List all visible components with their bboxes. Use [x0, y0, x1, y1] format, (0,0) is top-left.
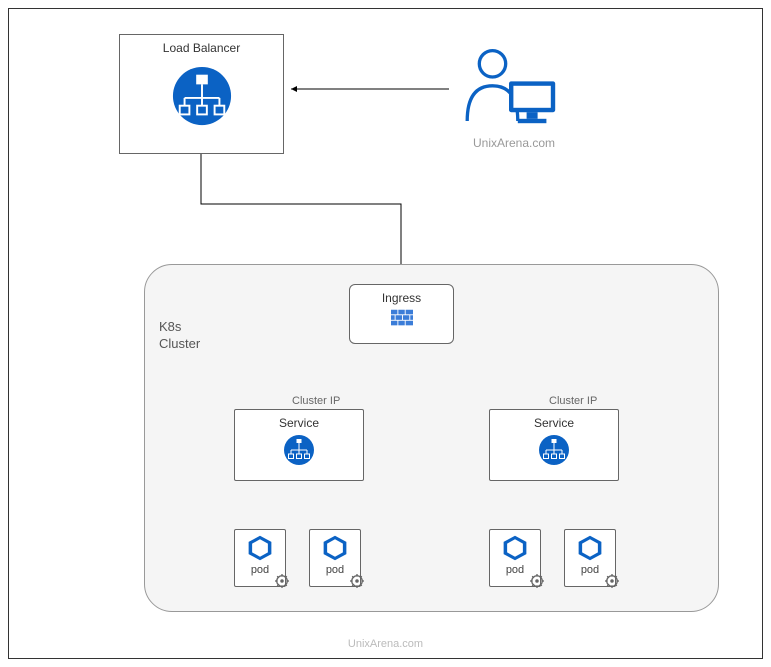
user-icon — [449, 44, 569, 132]
cluster-ip-label-1: Cluster IP — [292, 395, 340, 407]
pod-node-2: pod — [309, 529, 361, 587]
cube-icon — [576, 534, 604, 562]
cluster-ip-label-2: Cluster IP — [549, 395, 597, 407]
service-icon — [283, 434, 315, 466]
watermark-text: UnixArena.com — [9, 638, 762, 650]
service-node-1: Service — [234, 409, 364, 481]
firewall-icon — [391, 309, 413, 327]
ingress-title: Ingress — [350, 285, 453, 305]
cube-icon — [501, 534, 529, 562]
cube-icon — [246, 534, 274, 562]
k8s-cluster-label: K8s Cluster — [159, 319, 200, 353]
pod-node-4: pod — [564, 529, 616, 587]
diagram-canvas: Load Balancer — [8, 8, 763, 659]
ingress-node: Ingress — [349, 284, 454, 344]
gear-icon — [275, 574, 289, 588]
gear-icon — [530, 574, 544, 588]
user-node: UnixArena.com — [449, 44, 579, 150]
service-title-2: Service — [490, 410, 618, 430]
load-balancer-icon — [171, 65, 233, 127]
load-balancer-title: Load Balancer — [120, 35, 283, 55]
gear-icon — [350, 574, 364, 588]
service-icon — [538, 434, 570, 466]
pod-node-1: pod — [234, 529, 286, 587]
gear-icon — [605, 574, 619, 588]
service-node-2: Service — [489, 409, 619, 481]
user-label: UnixArena.com — [449, 136, 579, 150]
service-title-1: Service — [235, 410, 363, 430]
pod-node-3: pod — [489, 529, 541, 587]
cube-icon — [321, 534, 349, 562]
load-balancer-node: Load Balancer — [119, 34, 284, 154]
